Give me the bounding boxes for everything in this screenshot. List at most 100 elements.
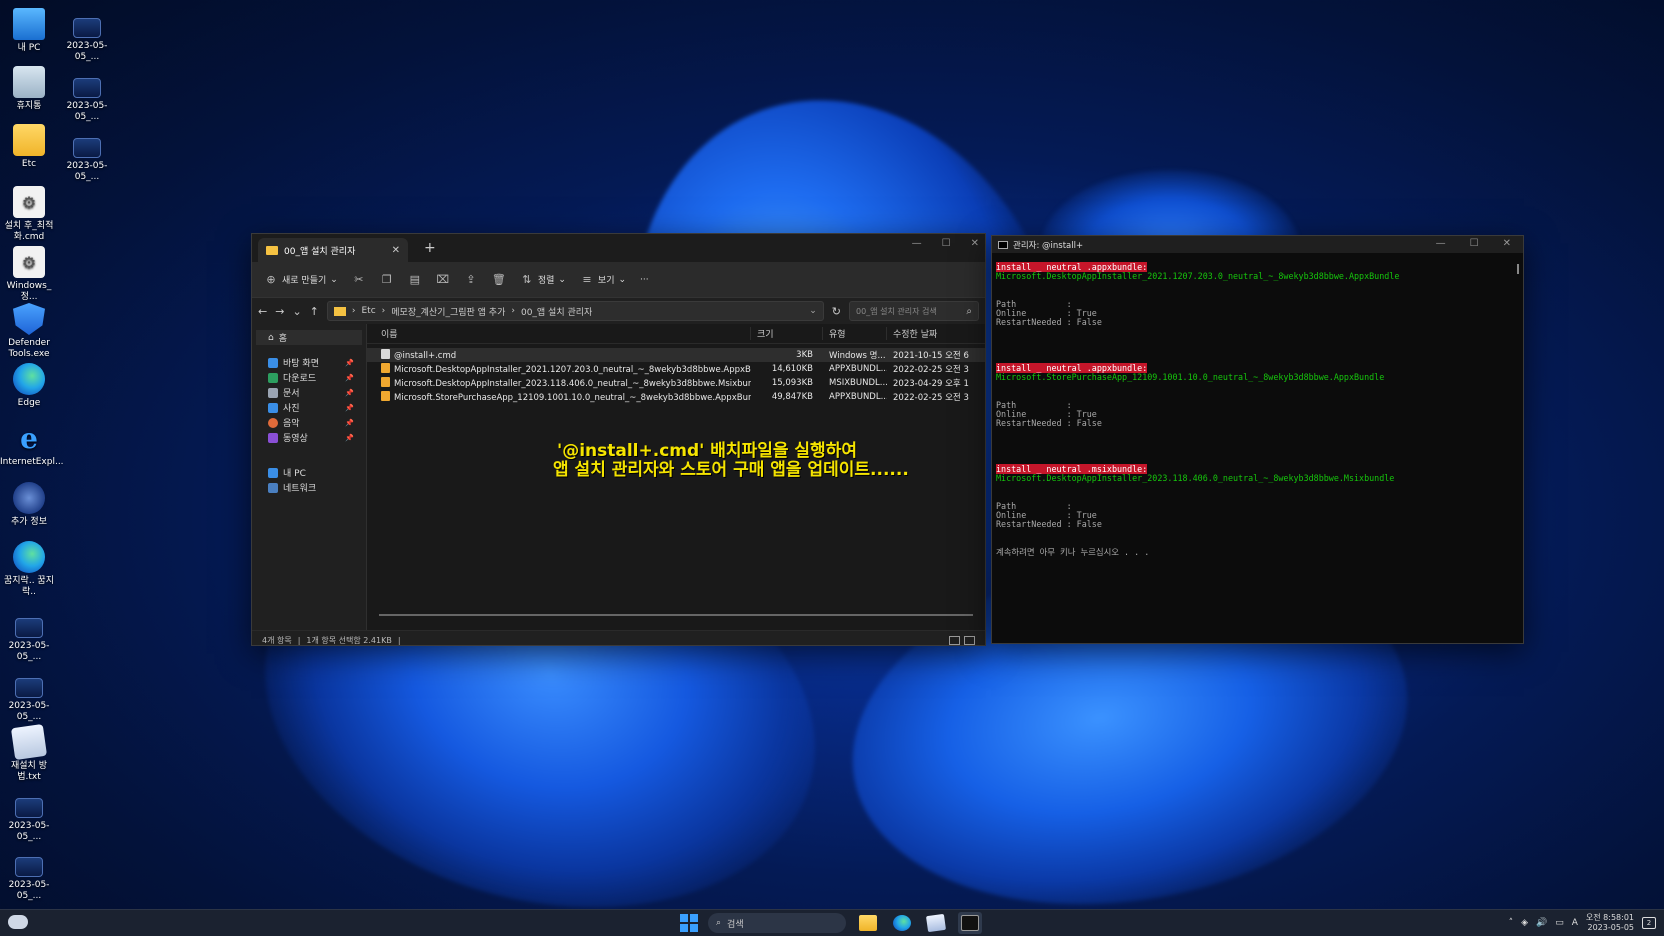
breadcrumb-item[interactable]: Etc [361,306,375,316]
item-count: 4개 항목 [262,636,292,645]
refresh-icon[interactable]: ↻ [832,305,841,318]
file-row[interactable]: Microsoft.StorePurchaseApp_12109.1001.10… [367,390,985,404]
up-arrow-icon[interactable]: ↑ [310,305,319,318]
chevron-down-icon[interactable]: ⌄ [809,306,817,316]
address-bar[interactable]: › Etc › 메모장_계산기_그림판 앱 추가 › 00_앱 설치 관리자 ⌄ [326,301,824,321]
column-header-name[interactable]: 이름 [367,327,751,340]
close-button[interactable]: ✕ [1503,238,1511,249]
image-file-icon [15,678,43,698]
desktop-icon-defender-tools[interactable]: Defender Tools.exe [0,303,58,360]
desktop-icon-edge[interactable]: Edge [0,363,58,409]
explorer-tab[interactable]: 00_앱 설치 관리자 ✕ [258,238,408,262]
paste-icon[interactable]: ▤ [408,273,422,287]
file-row[interactable]: Microsoft.DesktopAppInstaller_2023.118.4… [367,376,985,390]
folder-icon [266,245,278,255]
new-button[interactable]: ⊕ 새로 만들기 ⌄ [264,272,337,287]
console-output[interactable]: install _ neutral .appxbundle: Microsoft.… [992,253,1523,567]
nav-item-downloads[interactable]: 다운로드 📌 [252,370,366,385]
console-line: RestartNeeded : False [996,317,1102,328]
clock[interactable]: 오전 8:58:01 2023-05-05 [1586,913,1634,933]
nav-item-desktop[interactable]: 바탕 화면 📌 [252,355,366,370]
display-icon[interactable]: ▭ [1555,918,1564,928]
desktop-icon-optimize-cmd[interactable]: ⚙ 설치 후_최적화.cmd [0,186,58,243]
desktop-icon-windows-settings[interactable]: ⚙ Windows_정... [0,246,58,303]
rename-icon[interactable]: ⌧ [436,273,450,287]
taskbar: ⌕ 검색 ˄ ◈ 🔊 ▭ A 오전 8:58:01 2023-05-05 2 [0,909,1664,936]
desktop-icon-recycle-bin[interactable]: 휴지통 [0,66,58,112]
network-status-icon[interactable]: ◈ [1521,918,1528,928]
taskbar-app-notepad[interactable] [924,912,948,934]
desktop-icon-reinstall-txt[interactable]: 재설치 방법.txt [0,723,58,783]
desktop-icon-edge-shortcut[interactable]: 꿈지락.. 꿈지락.. [0,541,58,598]
view-toggle [949,636,975,645]
forward-arrow-icon[interactable]: → [275,305,284,318]
ime-indicator[interactable]: A [1572,918,1578,928]
desktop-icon-etc-folder[interactable]: Etc [0,124,58,170]
column-header-size[interactable]: 크기 [751,327,823,340]
desktop-icon-screenshot[interactable]: 2023-05-05_... [0,792,58,843]
maximize-button[interactable]: ☐ [1470,238,1479,249]
navigation-pane: ⌂ 홈 바탕 화면 📌 다운로드 📌 문서 📌 사진 📌 음악 📌 동영상 📌 … [252,324,367,630]
maximize-button[interactable]: ☐ [942,238,951,249]
start-button[interactable] [680,914,698,932]
file-row[interactable]: Microsoft.DesktopAppInstaller_2021.1207.… [367,362,985,376]
minimize-button[interactable]: — [1436,238,1446,249]
desktop-icon-internet-explorer[interactable]: e InternetExpl... [0,422,64,468]
view-button[interactable]: ≡ 보기 ⌄ [580,273,626,287]
taskbar-app-terminal[interactable] [958,912,982,934]
nav-item-documents[interactable]: 문서 📌 [252,385,366,400]
cut-icon[interactable]: ✂ [352,273,366,287]
column-header-type[interactable]: 유형 [823,327,887,340]
nav-item-this-pc[interactable]: 내 PC [252,465,366,480]
desktop-icon-screenshot[interactable]: 2023-05-05_... [0,851,58,902]
delete-icon[interactable]: 🗑 [492,273,506,287]
file-row[interactable]: @install+.cmd 3KB Windows 명... 2021-10-1… [367,348,985,362]
recycle-bin-icon [13,66,45,98]
recent-chevron-icon[interactable]: ⌄ [292,305,301,318]
plus-circle-icon: ⊕ [266,272,276,286]
desktop-icon-more-info[interactable]: 추가 정보 [0,482,58,528]
copy-icon[interactable]: ❐ [380,273,394,287]
tiles-view-icon[interactable] [964,636,975,645]
console-line: 계속하려면 아무 키나 누르십시오 . . . [996,547,1150,558]
taskbar-app-edge[interactable] [890,912,914,934]
chevron-up-icon[interactable]: ˄ [1509,918,1514,928]
desktop-icon-screenshot[interactable]: 2023-05-05_... [58,72,116,123]
breadcrumb-item[interactable]: 메모장_계산기_그림판 앱 추가 [391,305,505,318]
search-input[interactable]: 00_앱 설치 관리자 검색 ⌕ [849,301,979,321]
new-tab-button[interactable]: + [424,240,436,256]
back-arrow-icon[interactable]: ← [258,305,267,318]
close-tab-icon[interactable]: ✕ [392,245,400,256]
nav-item-home[interactable]: ⌂ 홈 [256,330,362,345]
minimize-button[interactable]: — [912,238,922,249]
computer-icon [13,8,45,40]
nav-item-pictures[interactable]: 사진 📌 [252,400,366,415]
breadcrumb-item[interactable]: 00_앱 설치 관리자 [521,305,592,318]
taskbar-search[interactable]: ⌕ 검색 [708,913,846,933]
weather-icon[interactable] [8,915,28,929]
notification-icon[interactable]: 2 [1642,917,1656,929]
desktop-icon-screenshot[interactable]: 2023-05-05_... [58,12,116,63]
desktop-icon-screenshot[interactable]: 2023-05-05_... [0,612,58,663]
nav-item-videos[interactable]: 동영상 📌 [252,430,366,445]
globe-icon [13,482,45,514]
desktop-icon-this-pc[interactable]: 내 PC [0,8,58,54]
taskbar-app-file-explorer[interactable] [856,912,880,934]
nav-item-network[interactable]: 네트워크 [252,480,366,495]
image-file-icon [73,78,101,98]
vertical-scrollbar[interactable] [1517,264,1519,274]
close-button[interactable]: ✕ [971,238,979,249]
share-icon[interactable]: ⇪ [464,273,478,287]
volume-icon[interactable]: 🔊 [1536,918,1547,928]
horizontal-scrollbar[interactable] [379,614,973,616]
desktop-icon-screenshot[interactable]: 2023-05-05_... [58,132,116,183]
column-header-date[interactable]: 수정한 날짜 [887,327,969,340]
desktop-icon-screenshot[interactable]: 2023-05-05_... [0,672,58,723]
details-view-icon[interactable] [949,636,960,645]
more-options-button[interactable]: ··· [640,275,649,285]
nav-item-music[interactable]: 음악 📌 [252,415,366,430]
sort-button[interactable]: ⇅ 정렬 ⌄ [520,273,566,287]
